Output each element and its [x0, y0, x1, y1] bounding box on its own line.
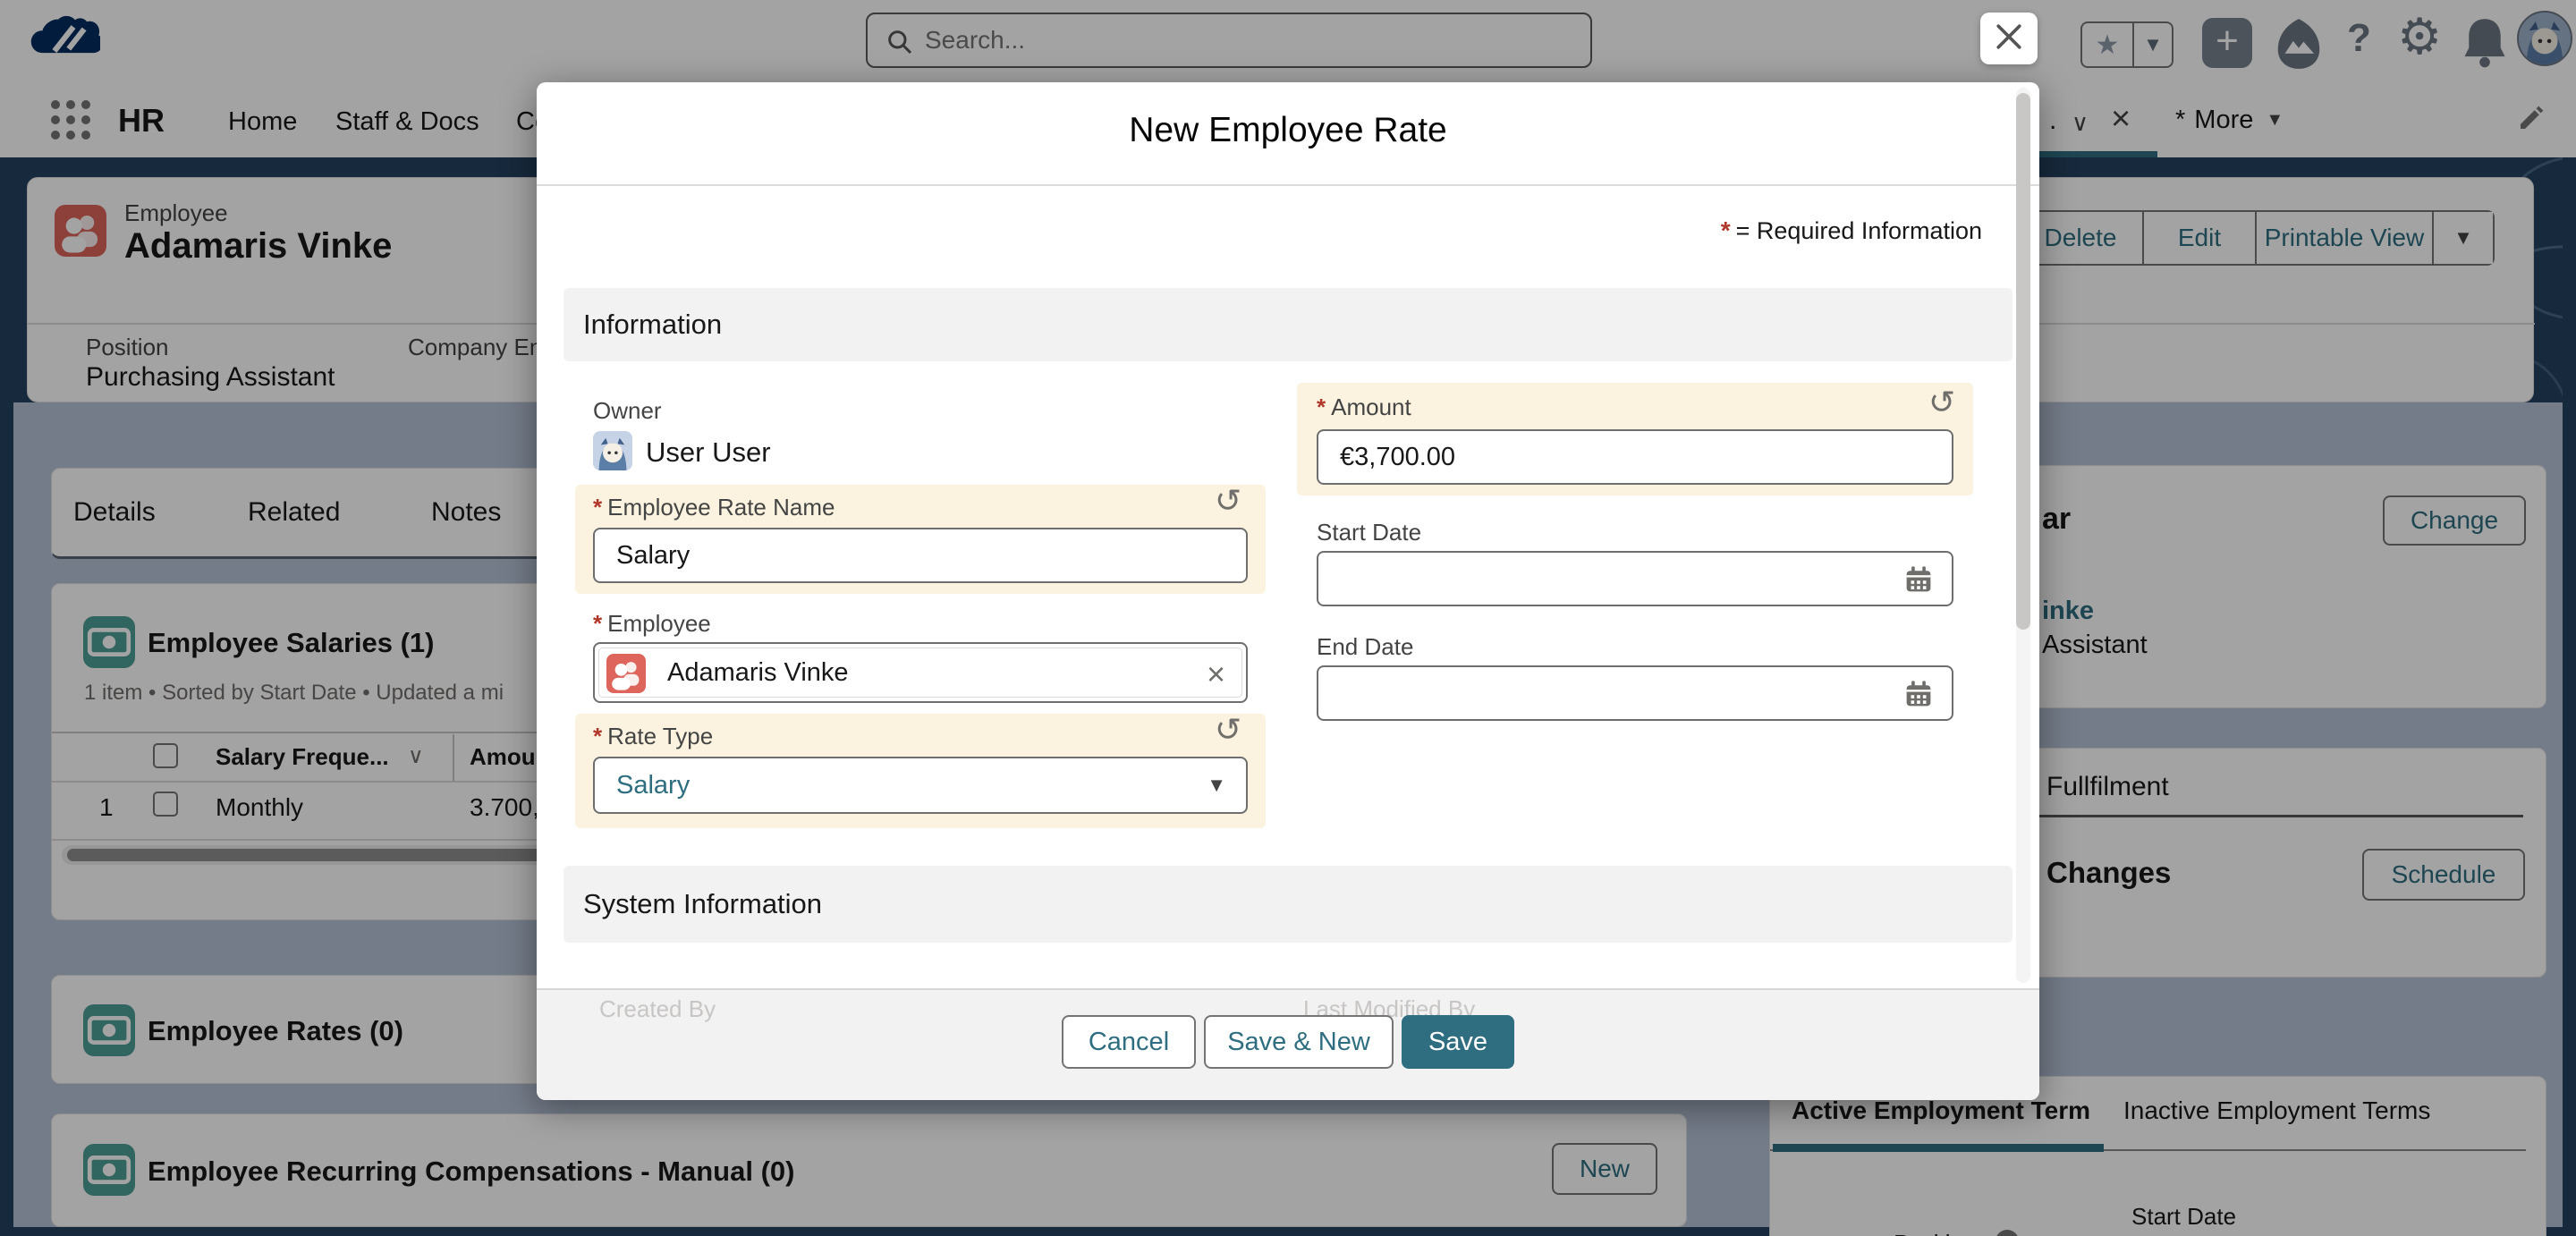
calendar-icon[interactable]: [1903, 564, 1934, 602]
end-date-label: End Date: [1317, 633, 1413, 661]
screen: ★ ▼ + ? ⚙ HR Home Staff & Docs C: [0, 0, 2576, 1236]
dropdown-caret-icon: ▼: [1207, 774, 1226, 797]
employee-lookup[interactable]: Adamaris Vinke ×: [593, 642, 1248, 703]
undo-icon[interactable]: ↺: [1215, 714, 1241, 746]
clear-x-icon[interactable]: ×: [1207, 656, 1225, 693]
owner-value[interactable]: User User: [646, 436, 771, 469]
amount-label: * Amount: [1317, 394, 1411, 421]
calendar-icon[interactable]: [1903, 679, 1934, 716]
required-asterisk: *: [593, 610, 602, 638]
field-label-text: Amount: [1331, 394, 1411, 421]
section-information: Information: [564, 288, 2012, 361]
created-by-label-faded: Created By: [599, 995, 716, 1023]
field-label-text: Employee: [607, 610, 711, 638]
close-x-icon: [1996, 23, 2022, 55]
start-date-input[interactable]: [1317, 551, 1953, 606]
undo-icon[interactable]: ↺: [1928, 386, 1955, 419]
employee-lookup-inner: Adamaris Vinke ×: [598, 648, 1242, 698]
save-button[interactable]: Save: [1402, 1015, 1514, 1069]
start-date-label: Start Date: [1317, 519, 1421, 546]
owner-avatar: [593, 431, 632, 470]
new-employee-rate-modal: New Employee Rate * = Required Informati…: [537, 82, 2039, 1100]
employee-label: * Employee: [593, 610, 711, 638]
cancel-button[interactable]: Cancel: [1062, 1015, 1196, 1069]
amount-input[interactable]: €3,700.00: [1317, 429, 1953, 485]
section-system-information: System Information: [564, 866, 2012, 943]
modal-scrollbar-thumb[interactable]: [2016, 93, 2030, 630]
field-label-text: Rate Type: [607, 723, 713, 750]
required-asterisk: *: [593, 494, 602, 521]
required-note-text: = Required Information: [1736, 217, 1982, 245]
employee-rate-name-input[interactable]: Salary: [593, 528, 1248, 583]
required-asterisk: *: [593, 723, 602, 750]
rate-type-label: * Rate Type: [593, 723, 713, 750]
modal-footer: Created By Last Modified By Cancel Save …: [537, 988, 2039, 1100]
modal-title: New Employee Rate: [537, 111, 2039, 150]
lookup-employee-icon: [606, 654, 646, 693]
save-and-new-button[interactable]: Save & New: [1204, 1015, 1394, 1069]
owner-label: Owner: [593, 397, 662, 425]
required-info-note: * = Required Information: [1721, 216, 1982, 245]
end-date-input[interactable]: [1317, 665, 1953, 721]
employee-rate-name-label: * Employee Rate Name: [593, 494, 835, 521]
field-label-text: Employee Rate Name: [607, 494, 835, 521]
employee-lookup-value: Adamaris Vinke: [667, 658, 849, 688]
undo-icon[interactable]: ↺: [1215, 485, 1241, 517]
modal-title-divider: [537, 184, 2039, 186]
rate-type-select[interactable]: Salary ▼: [593, 757, 1248, 814]
required-asterisk: *: [1317, 394, 1326, 421]
modal-scrollbar-track[interactable]: [2016, 88, 2030, 983]
modal-close-button[interactable]: [1980, 13, 2038, 64]
rate-type-value: Salary: [616, 771, 690, 800]
required-asterisk: *: [1721, 216, 1731, 245]
